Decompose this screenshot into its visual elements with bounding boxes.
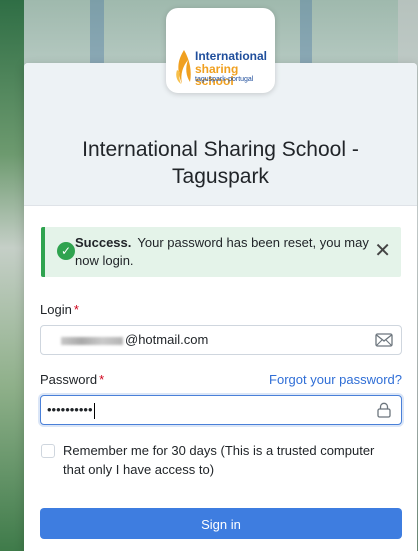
alert-message: Success. Your password has been reset, yo… — [75, 234, 375, 270]
remember-me-label[interactable]: Remember me for 30 days (This is a trust… — [63, 441, 393, 479]
flame-icon — [176, 50, 191, 84]
text-cursor — [93, 402, 95, 419]
check-circle-icon: ✓ — [57, 242, 75, 260]
success-alert: ✓ Success. Your password has been reset, … — [41, 227, 401, 277]
logo-line-1: International — [195, 49, 268, 63]
logo-line-3: taguspark-portugal — [195, 76, 254, 83]
redacted-email-prefix — [61, 336, 123, 345]
password-label-text: Password — [40, 372, 98, 387]
password-input[interactable]: •••••••••• — [40, 395, 402, 425]
login-label-text: Login — [40, 302, 72, 317]
logo-line-2: sharing school — [195, 62, 239, 88]
page-title: International Sharing School - Taguspark — [82, 138, 359, 188]
background-stripe — [90, 0, 104, 63]
required-mark: * — [99, 372, 105, 387]
password-label: Password * — [40, 372, 104, 387]
background-stripe — [300, 0, 312, 63]
remember-me-checkbox[interactable] — [41, 444, 55, 458]
login-label: Login * — [40, 302, 79, 317]
forgot-password-link[interactable]: Forgot your password? — [269, 372, 402, 387]
required-mark: * — [73, 302, 79, 317]
alert-strong: Success. — [75, 235, 132, 250]
lock-icon — [377, 402, 391, 418]
envelope-icon — [375, 333, 393, 347]
background-left-band — [0, 0, 24, 551]
school-logo: International sharing school taguspark-p… — [166, 8, 275, 93]
sign-in-button[interactable]: Sign in — [40, 508, 402, 539]
password-masked-value: •••••••••• — [47, 402, 93, 417]
close-icon[interactable]: ✕ — [374, 241, 391, 261]
login-input[interactable]: @hotmail.com — [40, 325, 402, 355]
login-value: @hotmail.com — [125, 332, 209, 347]
